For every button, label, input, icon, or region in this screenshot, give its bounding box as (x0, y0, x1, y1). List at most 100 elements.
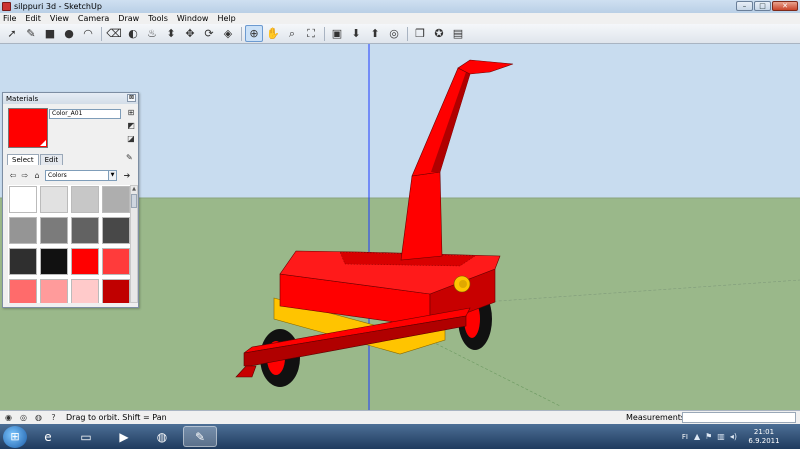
back-arrow-icon[interactable]: ⇦ (7, 171, 19, 180)
start-button[interactable]: ⊞ (3, 425, 27, 448)
display-secondary-pane-icon[interactable]: ◩ (126, 121, 136, 132)
menu-tools[interactable]: Tools (148, 14, 168, 23)
file-explorer-icon[interactable]: ▭ (69, 426, 103, 447)
menu-file[interactable]: File (3, 14, 16, 23)
volume-icon[interactable]: ◂) (730, 432, 737, 441)
menu-view[interactable]: View (50, 14, 69, 23)
sketchup-logo-icon (2, 2, 11, 11)
zoom-extents-icon[interactable]: ⛶ (302, 25, 320, 42)
sketchup-app: silppuri 3d - SketchUp – □ ✕ File Edit V… (0, 0, 800, 449)
library-nav-row: ⇦ ⇨ ⌂ Colors ▼ ➔ (7, 169, 137, 181)
material-swatch[interactable] (40, 279, 68, 303)
status-bar: ◉ ◎ ◍ ? Drag to orbit. Shift = Pan Measu… (0, 410, 800, 424)
flag-icon[interactable]: ⚑ (705, 432, 712, 441)
geo-location-icon[interactable]: ◉ (2, 412, 15, 423)
tape-measure-icon[interactable]: ◐ (124, 25, 142, 42)
material-swatch[interactable] (102, 279, 130, 303)
sample-paint-icon[interactable]: ✎ (126, 153, 133, 162)
circle-icon[interactable]: ● (60, 25, 78, 42)
material-swatch[interactable] (40, 217, 68, 244)
taskbar-apps: e ▭ ▶ ◍ ✎ (27, 426, 217, 447)
eraser-icon[interactable]: ⌫ (105, 25, 123, 42)
material-preview-swatch[interactable] (8, 108, 48, 148)
system-tray: FI ▲ ⚑ ▥ ◂) 21:01 6.9.2011 (682, 424, 800, 449)
menu-camera[interactable]: Camera (78, 14, 109, 23)
material-swatch[interactable] (71, 217, 99, 244)
materials-close-icon[interactable]: ⊠ (127, 94, 136, 102)
google-earth-icon[interactable]: ◎ (385, 25, 403, 42)
offset-icon[interactable]: ◈ (219, 25, 237, 42)
scroll-thumb[interactable] (131, 194, 137, 208)
material-swatch[interactable] (71, 186, 99, 213)
material-swatch[interactable] (102, 248, 130, 275)
material-swatch-grid (8, 185, 130, 303)
credits-icon[interactable]: ◎ (17, 412, 30, 423)
home-icon[interactable]: ⌂ (31, 171, 43, 180)
media-player-icon[interactable]: ▶ (107, 426, 141, 447)
material-swatch[interactable] (40, 186, 68, 213)
minimize-button[interactable]: – (736, 1, 753, 11)
material-swatch[interactable] (40, 248, 68, 275)
chevron-down-icon[interactable]: ▼ (108, 170, 116, 180)
tab-edit[interactable]: Edit (39, 154, 64, 165)
swatch-scrollbar[interactable]: ▲ (130, 185, 138, 303)
clock-time: 21:01 (753, 427, 775, 436)
move-icon[interactable]: ✥ (181, 25, 199, 42)
material-swatch[interactable] (71, 248, 99, 275)
layout-icon[interactable]: ▤ (449, 25, 467, 42)
default-material-icon[interactable]: ◪ (126, 134, 136, 145)
scroll-up-icon[interactable]: ▲ (131, 186, 137, 193)
firefox-icon[interactable]: ◍ (145, 426, 179, 447)
clock[interactable]: 21:01 6.9.2011 (742, 428, 786, 446)
material-swatch[interactable] (102, 217, 130, 244)
network-icon[interactable]: ▥ (717, 432, 725, 441)
tab-select[interactable]: Select (7, 154, 39, 165)
select-icon[interactable]: ➚ (3, 25, 21, 42)
share-model-icon[interactable]: ⬆ (366, 25, 384, 42)
extension-icon[interactable]: ✪ (430, 25, 448, 42)
material-swatch[interactable] (102, 186, 130, 213)
component-icon[interactable]: ❒ (411, 25, 429, 42)
sign-in-icon[interactable]: ◍ (32, 412, 45, 423)
push-pull-icon[interactable]: ⬍ (162, 25, 180, 42)
arc-icon[interactable]: ◠ (79, 25, 97, 42)
details-arrow-icon[interactable]: ➔ (121, 171, 133, 180)
library-select-value: Colors (48, 171, 67, 179)
materials-panel[interactable]: Materials ⊠ Color_A01 ⊞ ◩ ◪ Select Edit … (2, 92, 139, 308)
create-material-icon[interactable]: ⊞ (126, 108, 136, 119)
sketchup-icon[interactable]: ✎ (183, 426, 217, 447)
measurements-input[interactable] (682, 412, 796, 423)
previous-view-icon[interactable]: ▣ (328, 25, 346, 42)
material-name-field[interactable]: Color_A01 (49, 109, 121, 119)
internet-explorer-icon[interactable]: e (31, 426, 65, 447)
material-swatch[interactable] (9, 279, 37, 303)
materials-titlebar[interactable]: Materials ⊠ (3, 93, 138, 104)
material-swatch[interactable] (9, 186, 37, 213)
get-models-icon[interactable]: ⬇ (347, 25, 365, 42)
material-swatch[interactable] (71, 279, 99, 303)
title-bar: silppuri 3d - SketchUp – □ ✕ (0, 0, 800, 13)
pencil-icon[interactable]: ✎ (22, 25, 40, 42)
toolbar-separator (241, 26, 242, 41)
menu-window[interactable]: Window (177, 14, 209, 23)
library-select[interactable]: Colors ▼ (45, 169, 117, 181)
material-side-tools: ⊞ ◩ ◪ (126, 108, 136, 145)
menu-edit[interactable]: Edit (25, 14, 41, 23)
rotate-icon[interactable]: ⟳ (200, 25, 218, 42)
help-icon[interactable]: ? (47, 412, 60, 423)
maximize-button[interactable]: □ (754, 1, 771, 11)
close-button[interactable]: ✕ (772, 1, 798, 11)
zoom-icon[interactable]: ⌕ (283, 25, 301, 42)
menu-help[interactable]: Help (217, 14, 235, 23)
rectangle-icon[interactable]: ■ (41, 25, 59, 42)
material-swatch[interactable] (9, 217, 37, 244)
materials-title: Materials (6, 94, 39, 103)
language-indicator[interactable]: FI (682, 433, 688, 441)
orbit-icon[interactable]: ⊕ (245, 25, 263, 42)
paint-bucket-icon[interactable]: ♨ (143, 25, 161, 42)
pan-icon[interactable]: ✋ (264, 25, 282, 42)
forward-arrow-icon[interactable]: ⇨ (19, 171, 31, 180)
tray-arrow-icon[interactable]: ▲ (694, 432, 700, 441)
menu-draw[interactable]: Draw (118, 14, 139, 23)
material-swatch[interactable] (9, 248, 37, 275)
